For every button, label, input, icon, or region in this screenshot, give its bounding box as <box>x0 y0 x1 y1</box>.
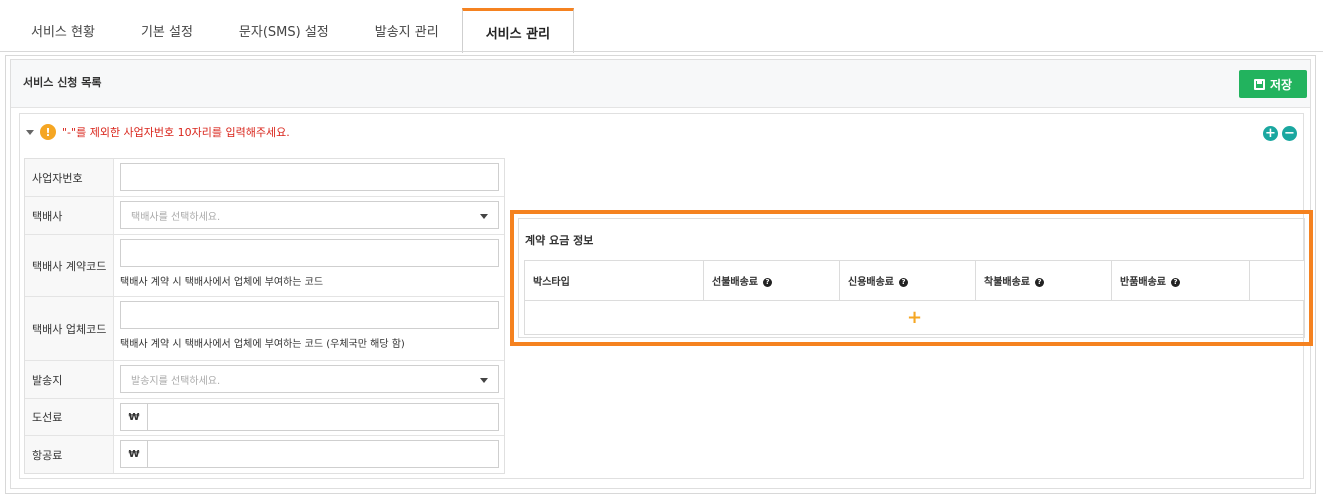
won-icon: ₩ <box>121 441 148 467</box>
origin-label: 발송지 <box>25 361 114 398</box>
tab-content: 서비스 신청 목록 저장 ! "-"를 제외한 사업자번호 10자리를 입력해주… <box>5 55 1316 494</box>
table-add-row: + <box>525 301 1305 335</box>
help-icon[interactable]: ? <box>899 278 908 287</box>
collapse-caret-icon[interactable] <box>26 129 34 135</box>
contract-fee-table: 박스타입 선불배송료? 신용배송료? 착불배송료? 반품배송료? + <box>524 260 1305 335</box>
island-fee-input[interactable]: ₩ <box>120 403 499 431</box>
form-row-origin: 발송지 발송지를 선택하세요. <box>25 361 504 399</box>
column-cod-fee: 착불배송료? <box>975 260 1112 301</box>
contract-code-label: 택배사 계약코드 <box>25 235 114 296</box>
won-icon: ₩ <box>121 404 148 430</box>
column-credit-fee: 신용배송료? <box>839 260 976 301</box>
form-row-island-fee: 도선료 ₩ <box>25 399 504 436</box>
column-prepaid-fee: 선불배송료? <box>703 260 840 301</box>
panel-title: 서비스 신청 목록 <box>23 76 102 89</box>
form-row-company-code: 택배사 업체코드 택배사 계약 시 택배사에서 업체에 부여하는 코드 (우체국… <box>25 297 504 361</box>
courier-select[interactable]: 택배사를 선택하세요. <box>120 201 499 229</box>
origin-select[interactable]: 발송지를 선택하세요. <box>120 365 499 393</box>
tab-service-status[interactable]: 서비스 현황 <box>8 8 118 52</box>
column-return-fee: 반품배송료? <box>1111 260 1250 301</box>
form-row-business-no: 사업자번호 <box>25 159 504 197</box>
tab-basic-settings[interactable]: 기본 설정 <box>118 8 216 52</box>
column-box-type: 박스타입 <box>524 260 704 301</box>
company-code-label: 택배사 업체코드 <box>25 297 114 360</box>
air-fee-input[interactable]: ₩ <box>120 440 499 468</box>
notice-row: ! "-"를 제외한 사업자번호 10자리를 입력해주세요. <box>26 124 290 140</box>
help-icon[interactable]: ? <box>1035 278 1044 287</box>
notice-text: "-"를 제외한 사업자번호 10자리를 입력해주세요. <box>62 126 290 139</box>
add-circle-icon[interactable]: + <box>1263 126 1278 141</box>
add-row-icon[interactable]: + <box>907 307 922 328</box>
tab-origin-management[interactable]: 발송지 관리 <box>352 8 462 52</box>
air-fee-label: 항공료 <box>25 436 114 473</box>
form-row-air-fee: 항공료 ₩ <box>25 436 504 473</box>
contract-code-input[interactable] <box>120 239 499 267</box>
island-fee-label: 도선료 <box>25 399 114 435</box>
contract-fee-panel: 계약 요금 정보 박스타입 선불배송료? 신용배송료? 착불배송료? 반품배송료… <box>518 218 1305 338</box>
column-actions <box>1249 260 1305 301</box>
save-button-label: 저장 <box>1269 77 1293 92</box>
origin-placeholder: 발송지를 선택하세요. <box>131 375 221 387</box>
contract-code-help: 택배사 계약 시 택배사에서 업체에 부여하는 코드 <box>120 277 324 288</box>
chevron-down-icon <box>480 378 488 383</box>
service-form: 사업자번호 택배사 택배사를 선택하세요. 택배사 계약코드 택배사 계약 시 … <box>24 158 505 474</box>
entry-controls: + − <box>1263 126 1297 141</box>
contract-fee-title: 계약 요금 정보 <box>525 234 594 247</box>
help-icon[interactable]: ? <box>763 278 772 287</box>
chevron-down-icon <box>480 214 488 219</box>
service-entry: ! "-"를 제외한 사업자번호 10자리를 입력해주세요. + − 사업자번호… <box>19 113 1313 479</box>
form-row-contract-code: 택배사 계약코드 택배사 계약 시 택배사에서 업체에 부여하는 코드 <box>25 235 504 297</box>
service-application-panel: 서비스 신청 목록 저장 ! "-"를 제외한 사업자번호 10자리를 입력해주… <box>10 59 1313 489</box>
warning-icon: ! <box>40 124 56 140</box>
tab-bar: 서비스 현황 기본 설정 문자(SMS) 설정 발송지 관리 서비스 관리 <box>8 8 575 53</box>
courier-label: 택배사 <box>25 197 114 234</box>
floppy-disk-icon <box>1253 78 1265 90</box>
panel-header: 서비스 신청 목록 저장 <box>11 60 1310 108</box>
help-icon[interactable]: ? <box>1171 278 1180 287</box>
table-header-row: 박스타입 선불배송료? 신용배송료? 착불배송료? 반품배송료? <box>524 260 1305 301</box>
save-button[interactable]: 저장 <box>1239 70 1307 98</box>
courier-placeholder: 택배사를 선택하세요. <box>131 211 221 223</box>
contract-fee-box: 계약 요금 정보 박스타입 선불배송료? 신용배송료? 착불배송료? 반품배송료… <box>510 210 1313 346</box>
form-row-courier: 택배사 택배사를 선택하세요. <box>25 197 504 235</box>
business-no-input[interactable] <box>120 163 499 191</box>
tab-sms-settings[interactable]: 문자(SMS) 설정 <box>216 8 352 52</box>
company-code-help: 택배사 계약 시 택배사에서 업체에 부여하는 코드 (우체국만 해당 함) <box>120 339 405 350</box>
business-no-label: 사업자번호 <box>25 159 114 196</box>
remove-circle-icon[interactable]: − <box>1282 126 1297 141</box>
tab-divider <box>0 51 1323 52</box>
company-code-input[interactable] <box>120 301 499 329</box>
tab-service-management[interactable]: 서비스 관리 <box>461 8 575 53</box>
